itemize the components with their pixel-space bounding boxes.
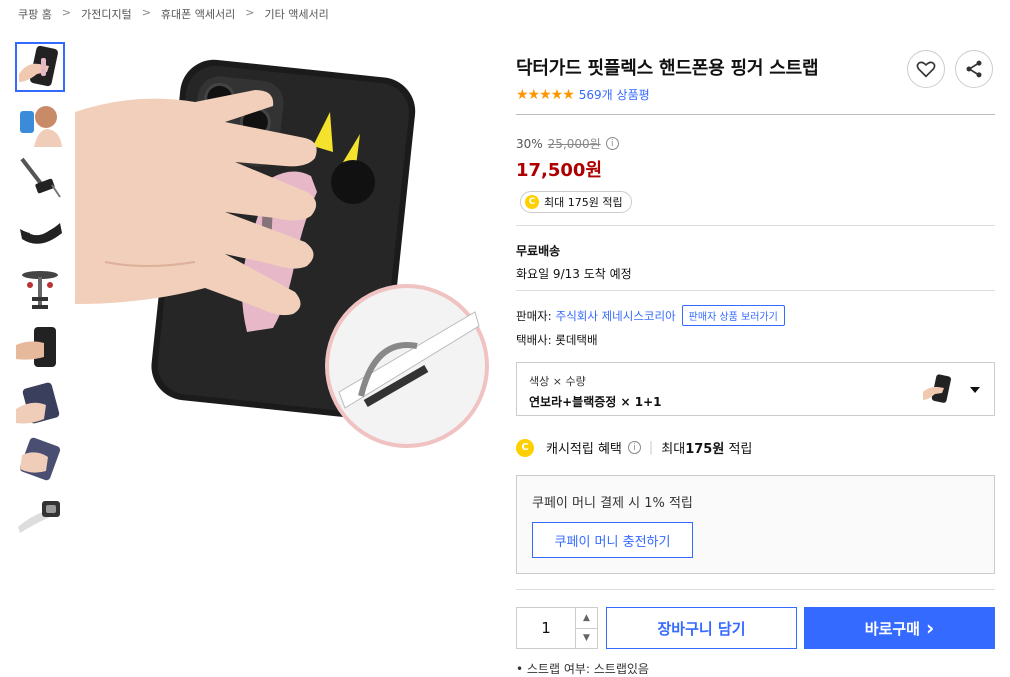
quantity-steps: ▲ ▼: [575, 608, 597, 648]
cash-benefit-suffix: 적립: [724, 442, 753, 457]
cash-benefit-prefix: 최대: [661, 442, 686, 457]
breadcrumb-separator: >: [245, 6, 255, 19]
quantity-down-icon[interactable]: ▼: [576, 629, 597, 649]
price-block: 30% 25,000원 i 17,500원 C 최대 175원 적립: [516, 135, 995, 213]
option-label: 색상 × 수량: [529, 375, 586, 388]
thumbnail-4[interactable]: [15, 210, 65, 260]
buy-now-label: 바로구매: [864, 619, 920, 638]
breadcrumb-separator: >: [61, 6, 72, 19]
seller-row: 판매자: 주식회사 제네시스코리아 판매자 상품 보러가기: [516, 305, 995, 326]
separator: |: [648, 440, 654, 455]
shipping-title: 무료배송: [516, 244, 561, 258]
quantity-input[interactable]: 1: [517, 608, 575, 648]
main-product-image[interactable]: [75, 42, 495, 452]
thumbnail-3[interactable]: [15, 154, 65, 204]
quantity-stepper: 1 ▲ ▼: [516, 607, 598, 649]
info-icon[interactable]: i: [627, 441, 641, 454]
seller-label: 판매자:: [516, 308, 552, 323]
coupay-charge-button[interactable]: 쿠페이 머니 충전하기: [532, 522, 693, 558]
coupay-box: 쿠페이 머니 결제 시 1% 적립 쿠페이 머니 충전하기: [516, 475, 995, 574]
cash-benefit-amount: 175원: [685, 442, 725, 457]
thumbnail-6[interactable]: [15, 322, 65, 372]
coin-icon: C: [525, 195, 539, 209]
cash-benefit-label: 캐시적립 혜택: [546, 442, 622, 457]
coin-icon: C: [516, 438, 534, 457]
sale-price: 17,500원: [516, 160, 603, 181]
breadcrumb-home[interactable]: 쿠팡 홈: [18, 6, 52, 22]
purchase-row: 1 ▲ ▼ 장바구니 담기 바로구매 ›: [516, 607, 995, 649]
cash-benefit-row: C 캐시적립 혜택 i | 최대 175원 적립: [516, 438, 995, 457]
favorite-button[interactable]: [907, 50, 945, 88]
share-icon: [966, 60, 982, 78]
option-thumbnail: [922, 372, 956, 406]
thumbnail-9[interactable]: [15, 490, 65, 540]
coupay-text: 쿠페이 머니 결제 시 1% 적립: [532, 496, 693, 511]
info-icon[interactable]: i: [605, 137, 619, 150]
thumbnail-2[interactable]: [15, 98, 65, 148]
breadcrumb-category[interactable]: 가전디지털: [81, 6, 132, 22]
shipping-block: 무료배송 화요일 9/13 도착 예정: [516, 226, 995, 290]
divider: [516, 114, 995, 115]
breadcrumb-subcategory[interactable]: 휴대폰 액세서리: [161, 6, 235, 22]
buy-now-button[interactable]: 바로구매 ›: [804, 607, 995, 649]
breadcrumb: 쿠팡 홈 > 가전디지털 > 휴대폰 액세서리 > 기타 액세서리: [18, 6, 329, 22]
discount-row: 30% 25,000원 i: [516, 135, 995, 152]
product-info: 닥터가드 핏플렉스 핸드폰용 핑거 스트랩 ★★★★★ 569개 상품평 30%…: [516, 42, 995, 649]
thumbnail-8[interactable]: [15, 434, 65, 484]
add-to-cart-button[interactable]: 장바구니 담기: [606, 607, 797, 649]
thumbnail-7[interactable]: [15, 378, 65, 428]
rating-row: ★★★★★ 569개 상품평: [516, 86, 995, 103]
quantity-up-icon[interactable]: ▲: [576, 608, 597, 629]
thumbnail-5[interactable]: [15, 266, 65, 316]
chevron-right-icon: ›: [925, 616, 935, 640]
courier-info: 택배사: 롯데택배: [516, 333, 598, 347]
review-count-link[interactable]: 569개 상품평: [579, 86, 650, 103]
rating-stars: ★★★★★: [516, 86, 575, 103]
breadcrumb-leaf[interactable]: 기타 액세서리: [264, 6, 328, 22]
heart-icon: [916, 61, 936, 78]
discount-rate: 30%: [516, 136, 543, 151]
seller-name-link[interactable]: 주식회사 제네시스코리아: [556, 308, 676, 324]
thumbnail-list: [15, 42, 65, 546]
option-value: 연보라+블랙증정 × 1+1: [529, 395, 662, 409]
cash-reward-text: 최대 175원 적립: [544, 196, 623, 209]
option-select[interactable]: 색상 × 수량 연보라+블랙증정 × 1+1: [516, 362, 995, 416]
thumbnail-1[interactable]: [15, 42, 65, 92]
shipping-date: 화요일 9/13 도착 예정: [516, 267, 632, 281]
cash-reward-pill: C 최대 175원 적립: [520, 191, 632, 213]
seller-block: 판매자: 주식회사 제네시스코리아 판매자 상품 보러가기 택배사: 롯데택배: [516, 291, 995, 358]
share-button[interactable]: [955, 50, 993, 88]
original-price: 25,000원: [547, 137, 601, 151]
chevron-down-icon: [970, 387, 980, 393]
breadcrumb-separator: >: [141, 6, 151, 19]
divider: [516, 589, 995, 590]
seller-products-button[interactable]: 판매자 상품 보러가기: [681, 305, 785, 326]
